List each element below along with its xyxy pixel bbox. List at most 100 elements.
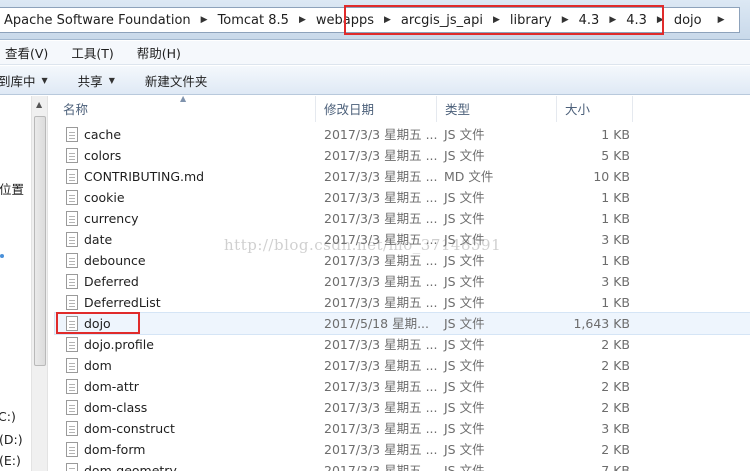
- file-size: 7 KB: [601, 463, 630, 471]
- file-row[interactable]: cookie 2017/3/3 星期五 ... JS 文件 1 KB: [55, 187, 750, 208]
- file-name: debounce: [84, 253, 146, 268]
- breadcrumb-item[interactable]: Tomcat 8.5: [214, 13, 293, 28]
- file-icon: [66, 379, 78, 394]
- file-row[interactable]: dom-form 2017/3/3 星期五 ... JS 文件 2 KB: [55, 439, 750, 460]
- navigation-scrollbar[interactable]: ▲: [31, 96, 48, 471]
- file-type: JS 文件: [444, 190, 485, 205]
- file-size: 1 KB: [601, 253, 630, 268]
- breadcrumb-item[interactable]: library: [506, 13, 556, 28]
- file-date: 2017/3/3 星期五 ...: [324, 400, 438, 415]
- menu-tools[interactable]: 工具(T): [66, 43, 119, 62]
- chevron-down-icon: ▼: [108, 75, 115, 85]
- share-label: 共享: [77, 73, 103, 89]
- file-name: dom-class: [84, 400, 148, 415]
- file-name: dojo: [84, 316, 111, 331]
- file-name: DeferredList: [84, 295, 161, 310]
- file-name: dojo.profile: [84, 337, 154, 352]
- chevron-right-icon[interactable]: ▶: [651, 15, 670, 25]
- scrollbar-thumb[interactable]: [34, 116, 46, 366]
- file-row[interactable]: Deferred 2017/3/3 星期五 ... JS 文件 3 KB: [55, 271, 750, 292]
- breadcrumb-item[interactable]: arcgis_js_api: [397, 13, 487, 28]
- share-button[interactable]: 共享 ▼: [78, 66, 115, 95]
- file-name: dom-geometry: [84, 463, 177, 471]
- file-date: 2017/3/3 星期五 ...: [324, 274, 438, 289]
- file-size: 10 KB: [593, 169, 630, 184]
- menu-view[interactable]: 查看(V): [0, 43, 54, 62]
- nav-item[interactable]: 位置: [0, 179, 24, 198]
- column-header-type[interactable]: 类型: [437, 96, 557, 122]
- chevron-right-icon[interactable]: ▶: [293, 15, 312, 25]
- file-type: JS 文件: [444, 358, 485, 373]
- chevron-down-icon: ▼: [41, 75, 48, 85]
- file-size: 3 KB: [601, 274, 630, 289]
- file-name: cookie: [84, 190, 125, 205]
- file-icon: [66, 232, 78, 247]
- chevron-right-icon[interactable]: ▶: [603, 15, 622, 25]
- file-row[interactable]: colors 2017/3/3 星期五 ... JS 文件 5 KB: [55, 145, 750, 166]
- file-type: JS 文件: [444, 442, 485, 457]
- menu-help[interactable]: 帮助(H): [132, 43, 187, 62]
- file-row[interactable]: dojo 2017/5/18 星期... JS 文件 1,643 KB: [54, 312, 750, 335]
- file-size: 3 KB: [601, 421, 630, 436]
- file-row[interactable]: dom-attr 2017/3/3 星期五 ... JS 文件 2 KB: [55, 376, 750, 397]
- file-size: 2 KB: [601, 379, 630, 394]
- navigation-pane[interactable]: 位置 C:) (D:) (E:): [0, 96, 30, 471]
- file-row[interactable]: CONTRIBUTING.md 2017/3/3 星期五 ... MD 文件 10 K…: [55, 166, 750, 187]
- file-icon: [66, 274, 78, 289]
- breadcrumb-item[interactable]: 4.3: [622, 13, 651, 28]
- file-row[interactable]: dom 2017/3/3 星期五 ... JS 文件 2 KB: [55, 355, 750, 376]
- file-type: JS 文件: [444, 421, 485, 436]
- new-folder-button[interactable]: 新建文件夹: [145, 66, 208, 95]
- breadcrumb-item[interactable]: webapps: [312, 13, 378, 28]
- file-name: Deferred: [84, 274, 139, 289]
- breadcrumb[interactable]: Apache Software Foundation ▶ Tomcat 8.5 …: [0, 7, 740, 33]
- breadcrumb-item[interactable]: dojo: [670, 13, 706, 28]
- file-icon: [66, 253, 78, 268]
- file-icon: [66, 442, 78, 457]
- file-icon: [66, 169, 78, 184]
- file-type: JS 文件: [444, 148, 485, 163]
- column-header-size[interactable]: 大小: [557, 96, 633, 122]
- file-row[interactable]: dojo.profile 2017/3/3 星期五 ... JS 文件 2 KB: [55, 334, 750, 355]
- file-icon: [66, 337, 78, 352]
- nav-bullet-icon: [0, 254, 4, 258]
- nav-drive-c[interactable]: C:): [0, 409, 16, 424]
- address-bar: Apache Software Foundation ▶ Tomcat 8.5 …: [0, 0, 750, 40]
- chevron-right-icon[interactable]: ▶: [712, 15, 731, 25]
- file-size: 2 KB: [601, 337, 630, 352]
- file-type: JS 文件: [444, 127, 485, 142]
- file-row[interactable]: dom-class 2017/3/3 星期五 ... JS 文件 2 KB: [55, 397, 750, 418]
- file-row[interactable]: cache 2017/3/3 星期五 ... JS 文件 1 KB: [55, 124, 750, 145]
- breadcrumb-item[interactable]: 4.3: [575, 13, 604, 28]
- file-row[interactable]: dom-geometry 2017/3/3 星期五 ... JS 文件 7 KB: [55, 460, 750, 471]
- file-date: 2017/3/3 星期五 ...: [324, 148, 438, 163]
- file-row[interactable]: dom-construct 2017/3/3 星期五 ... JS 文件 3 KB: [55, 418, 750, 439]
- file-name: dom-form: [84, 442, 146, 457]
- file-date: 2017/3/3 星期五 ...: [324, 211, 438, 226]
- include-in-library-label: 到库中: [0, 73, 36, 89]
- chevron-right-icon[interactable]: ▶: [378, 15, 397, 25]
- file-size: 2 KB: [601, 358, 630, 373]
- file-date: 2017/5/18 星期...: [324, 316, 429, 331]
- breadcrumb-item[interactable]: Apache Software Foundation: [0, 13, 195, 28]
- scroll-up-icon[interactable]: ▲: [36, 100, 42, 109]
- file-icon: [66, 127, 78, 142]
- chevron-right-icon[interactable]: ▶: [487, 15, 506, 25]
- nav-drive-d[interactable]: (D:): [0, 432, 23, 447]
- chevron-right-icon[interactable]: ▶: [195, 15, 214, 25]
- chevron-right-icon[interactable]: ▶: [556, 15, 575, 25]
- column-header-row: ▲ 名称 修改日期 类型 大小: [55, 94, 750, 122]
- file-icon: [66, 400, 78, 415]
- file-type: JS 文件: [444, 379, 485, 394]
- file-row[interactable]: DeferredList 2017/3/3 星期五 ... JS 文件 1 KB: [55, 292, 750, 313]
- file-size: 2 KB: [601, 400, 630, 415]
- file-row[interactable]: currency 2017/3/3 星期五 ... JS 文件 1 KB: [55, 208, 750, 229]
- column-header-name[interactable]: 名称: [55, 96, 316, 122]
- include-in-library-button[interactable]: 到库中 ▼: [0, 66, 48, 95]
- file-type: JS 文件: [444, 400, 485, 415]
- file-name: currency: [84, 211, 139, 226]
- file-icon: [66, 421, 78, 436]
- file-name: CONTRIBUTING.md: [84, 169, 205, 184]
- column-header-date[interactable]: 修改日期: [316, 96, 437, 122]
- nav-drive-e[interactable]: (E:): [0, 453, 21, 468]
